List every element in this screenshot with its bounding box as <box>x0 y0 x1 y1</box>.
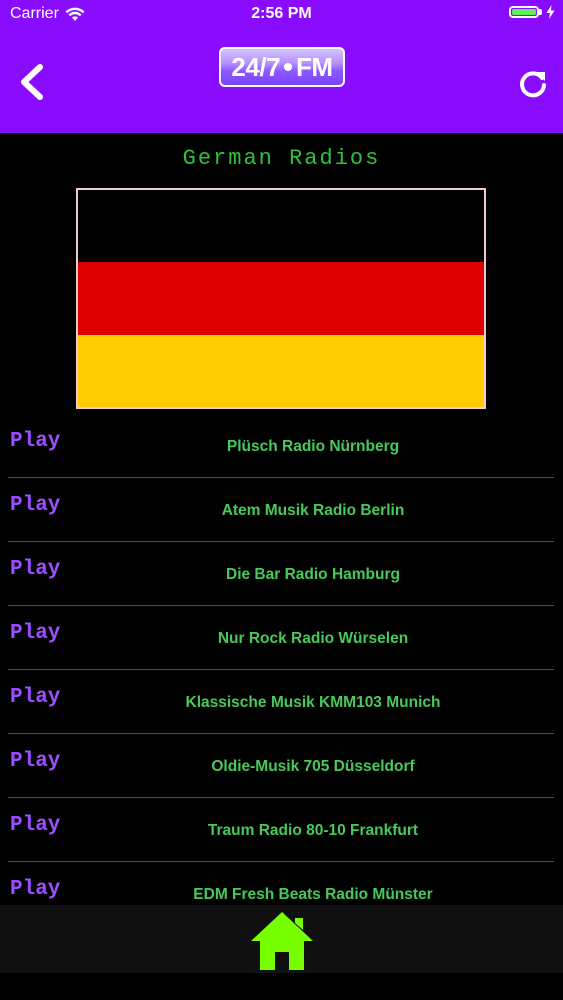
app-header: Carrier 2:56 PM 24/7 FM <box>0 0 563 133</box>
play-button[interactable]: Play <box>10 494 60 517</box>
chevron-left-icon[interactable] <box>14 63 50 101</box>
status-time: 2:56 PM <box>251 5 312 22</box>
home-icon[interactable] <box>249 910 315 972</box>
flag-band-black <box>78 190 484 263</box>
play-button[interactable]: Play <box>10 878 60 901</box>
charging-bolt-icon <box>546 5 555 19</box>
battery-indicator <box>509 5 555 19</box>
play-button[interactable]: Play <box>10 430 60 453</box>
flag-band-red <box>78 262 484 335</box>
list-item[interactable]: Play Klassische Musik KMM103 Munich <box>8 670 554 734</box>
page-title: German Radios <box>182 146 381 171</box>
station-list: Play Plüsch Radio Nürnberg Play Atem Mus… <box>8 414 554 926</box>
station-name: Plüsch Radio Nürnberg <box>226 438 400 455</box>
play-button[interactable]: Play <box>10 622 60 645</box>
battery-level <box>512 9 536 15</box>
station-name: Oldie-Musik 705 Düsseldorf <box>211 758 415 775</box>
status-bar: Carrier 2:56 PM <box>0 0 563 30</box>
play-button[interactable]: Play <box>10 814 60 837</box>
station-name: Nur Rock Radio Würselen <box>217 630 409 647</box>
battery-icon <box>509 6 539 18</box>
list-item[interactable]: Play Oldie-Musik 705 Düsseldorf <box>8 734 554 798</box>
station-name: Die Bar Radio Hamburg <box>226 566 400 583</box>
list-item[interactable]: Play Traum Radio 80-10 Frankfurt <box>8 798 554 862</box>
list-item[interactable]: Play Nur Rock Radio Würselen <box>8 606 554 670</box>
station-name: Atem Musik Radio Berlin <box>221 502 405 519</box>
play-button[interactable]: Play <box>10 558 60 581</box>
play-button[interactable]: Play <box>10 750 60 773</box>
logo-dot <box>284 63 293 71</box>
list-item[interactable]: Play Atem Musik Radio Berlin <box>8 478 554 542</box>
logo-text-247: 24/7 <box>231 51 281 82</box>
list-item[interactable]: Play Die Bar Radio Hamburg <box>8 542 554 606</box>
flag-band-gold <box>78 334 484 407</box>
logo-text-fm: FM <box>296 51 333 82</box>
station-name: EDM Fresh Beats Radio Münster <box>193 886 433 903</box>
german-flag-image <box>76 188 486 409</box>
station-name: Klassische Musik KMM103 Munich <box>185 694 441 711</box>
app-logo: 24/7 FM <box>219 47 345 87</box>
refresh-icon[interactable] <box>517 68 549 100</box>
list-item[interactable]: Play Plüsch Radio Nürnberg <box>8 414 554 478</box>
play-button[interactable]: Play <box>10 686 60 709</box>
station-name: Traum Radio 80-10 Frankfurt <box>207 822 419 839</box>
